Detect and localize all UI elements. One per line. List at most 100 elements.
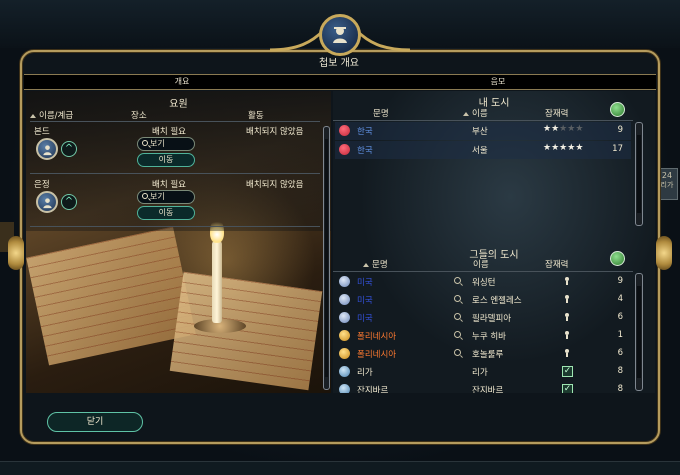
city-name: 로스 엔젤레스 bbox=[472, 296, 522, 306]
spies-panel: 요원 이름/계급 장소 활동 본드 ^ 배치 필요 배치되지 않았음 보기 이동… bbox=[26, 91, 331, 393]
magnifier-icon[interactable] bbox=[454, 277, 461, 284]
civ-name: 한국 bbox=[357, 127, 373, 137]
col-activity[interactable]: 활동 bbox=[248, 109, 264, 121]
potential-value: 17 bbox=[612, 144, 623, 154]
city-name: 워싱턴 bbox=[472, 278, 496, 288]
spy-name: 본드 bbox=[34, 127, 50, 137]
col-potential[interactable]: 잠재력 bbox=[545, 107, 568, 119]
row-divider bbox=[30, 226, 320, 227]
view-button[interactable]: 보기 bbox=[137, 190, 195, 204]
view-button[interactable]: 보기 bbox=[137, 137, 195, 151]
civ-name: 미국 bbox=[357, 314, 373, 324]
table-row[interactable]: 미국 로스 엔젤레스 4 bbox=[335, 291, 631, 309]
pin-icon bbox=[565, 349, 569, 357]
col-name-rank[interactable]: 이름/계급 bbox=[30, 109, 73, 121]
potential-value: 6 bbox=[617, 312, 623, 322]
candle bbox=[212, 241, 222, 323]
magnifier-icon[interactable] bbox=[454, 295, 461, 302]
spies-scrollbar[interactable] bbox=[323, 126, 330, 390]
civ-name: 폴리네시아 bbox=[357, 332, 397, 342]
col-city-name[interactable]: 이름 bbox=[463, 107, 488, 119]
america-civ-icon bbox=[339, 312, 350, 323]
sort-arrow-icon bbox=[363, 262, 369, 267]
polynesia-civ-icon bbox=[339, 330, 350, 341]
table-row[interactable]: 미국 필라델피아 6 bbox=[335, 309, 631, 327]
col-civ[interactable]: 문명 bbox=[363, 258, 388, 270]
potential-value: 9 bbox=[617, 125, 623, 135]
move-button[interactable]: 이동 bbox=[137, 153, 195, 167]
background-city-name: 리가 bbox=[660, 181, 674, 189]
map-paper bbox=[169, 271, 323, 391]
cities-panel: 내 도시 문명 이름 잠재력 한국 부산 ★★★★★ 9 한국 서울 ★★★★★… bbox=[333, 91, 655, 393]
row-divider bbox=[30, 173, 320, 174]
game-screen: 24 리가 첩보 개요 개요 음모 요원 이름/계급 장소 활동 본드 ^ 배치… bbox=[0, 0, 680, 475]
move-button[interactable]: 이동 bbox=[137, 206, 195, 220]
checkmark-icon: ✓ bbox=[562, 384, 573, 393]
spy-row: 은정 ^ 배치 필요 배치되지 않았음 보기 이동 bbox=[34, 178, 324, 238]
table-row[interactable]: 리가 리가 ✓ 8 bbox=[335, 363, 631, 381]
civ-name: 미국 bbox=[357, 296, 373, 306]
spy-location: 배치 필요 bbox=[152, 180, 186, 190]
col-location[interactable]: 장소 bbox=[131, 109, 147, 121]
korea-civ-icon bbox=[339, 144, 350, 155]
spy-portrait-icon[interactable] bbox=[36, 138, 58, 160]
spy-portrait-icon[interactable] bbox=[36, 191, 58, 213]
select-their-cities-button[interactable] bbox=[610, 251, 625, 266]
city-name: 호놀룰루 bbox=[472, 350, 504, 360]
promote-chevron-icon[interactable]: ^ bbox=[61, 194, 77, 210]
checkmark-icon: ✓ bbox=[562, 366, 573, 377]
civ-name: 폴리네시아 bbox=[357, 350, 397, 360]
spy-activity: 배치되지 않았음 bbox=[246, 180, 304, 190]
table-row[interactable]: 잔지바르 잔지바르 ✓ 8 bbox=[335, 381, 631, 393]
korea-civ-icon bbox=[339, 125, 350, 136]
potential-stars: ★★★★★ bbox=[543, 124, 584, 134]
their-cities-scrollbar[interactable] bbox=[635, 273, 643, 391]
promote-chevron-icon[interactable]: ^ bbox=[61, 141, 77, 157]
sort-arrow-icon bbox=[30, 113, 36, 118]
polynesia-civ-icon bbox=[339, 348, 350, 359]
window-title: 첩보 개요 bbox=[319, 58, 359, 69]
select-your-cities-button[interactable] bbox=[610, 102, 625, 117]
col-city-name[interactable]: 이름 bbox=[473, 258, 489, 270]
potential-stars: ★★★★★ bbox=[543, 143, 584, 153]
col-civ[interactable]: 문명 bbox=[373, 107, 389, 119]
bottom-bar bbox=[0, 461, 680, 475]
table-row[interactable]: 폴리네시아 호놀룰루 6 bbox=[335, 345, 631, 363]
tab-intrigue[interactable]: 음모 bbox=[340, 75, 656, 89]
table-row[interactable]: 폴리네시아 누쿠 히바 1 bbox=[335, 327, 631, 345]
table-row[interactable]: 한국 서울 ★★★★★ 17 bbox=[335, 141, 631, 159]
potential-value: 8 bbox=[617, 384, 623, 393]
tab-bar: 개요 음모 bbox=[24, 74, 656, 90]
right-ornament bbox=[656, 236, 672, 270]
magnifier-icon[interactable] bbox=[454, 331, 461, 338]
magnifier-icon[interactable] bbox=[454, 313, 461, 320]
pin-icon bbox=[565, 313, 569, 321]
header-divider bbox=[30, 121, 320, 122]
spy-emblem-icon bbox=[319, 14, 361, 56]
potential-value: 6 bbox=[617, 348, 623, 358]
map-paper bbox=[26, 226, 196, 366]
table-row[interactable]: 한국 부산 ★★★★★ 9 bbox=[335, 122, 631, 140]
col-potential[interactable]: 잠재력 bbox=[545, 258, 568, 270]
spy-name: 은정 bbox=[34, 180, 50, 190]
civ-name: 한국 bbox=[357, 146, 373, 156]
potential-value: 1 bbox=[617, 330, 623, 340]
left-ornament bbox=[8, 236, 24, 270]
potential-value: 8 bbox=[617, 366, 623, 376]
close-button[interactable]: 닫기 bbox=[47, 412, 143, 432]
your-cities-scrollbar[interactable] bbox=[635, 122, 643, 226]
civ-name: 리가 bbox=[357, 368, 373, 378]
america-civ-icon bbox=[339, 276, 350, 287]
magnifier-icon[interactable] bbox=[454, 349, 461, 356]
magnifier-icon bbox=[142, 140, 148, 146]
city-name: 부산 bbox=[472, 127, 488, 137]
tab-overview[interactable]: 개요 bbox=[24, 75, 340, 89]
sort-arrow-icon bbox=[463, 111, 469, 116]
city-name: 서울 bbox=[472, 146, 488, 156]
city-name: 잔지바르 bbox=[472, 386, 504, 393]
civ-name: 미국 bbox=[357, 278, 373, 288]
table-row[interactable]: 미국 워싱턴 9 bbox=[335, 273, 631, 291]
pin-icon bbox=[565, 277, 569, 285]
city-name: 필라델피아 bbox=[472, 314, 512, 324]
potential-value: 4 bbox=[617, 294, 623, 304]
